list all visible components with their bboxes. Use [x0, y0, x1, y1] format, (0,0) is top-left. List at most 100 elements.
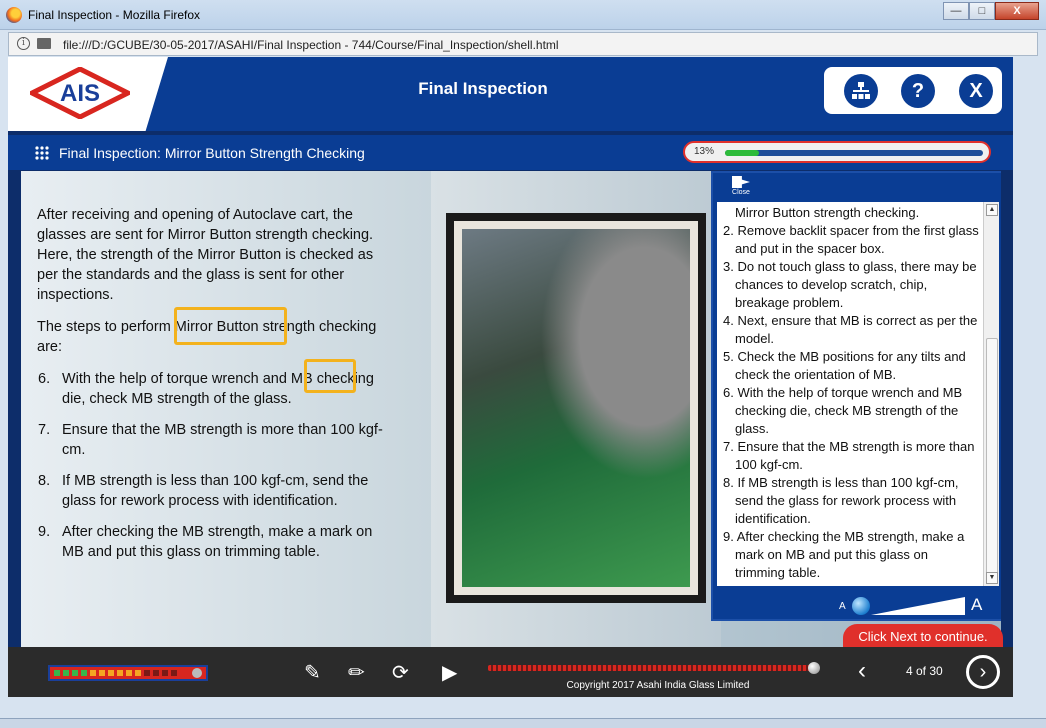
transcript-item: 5. Check the MB positions for any tilts …: [723, 349, 966, 382]
volume-segment: [90, 670, 96, 676]
window-titlebar: Final Inspection - Mozilla Firefox — □ X: [0, 0, 1046, 30]
topic-bar: Final Inspection: Mirror Button Strength…: [8, 131, 1013, 170]
step-number: 9.: [38, 524, 51, 540]
step-8: 8. If MB strength is less than 100 kgf-c…: [38, 471, 398, 511]
header-button-group: ? X: [824, 67, 1002, 114]
window-controls: — □ X: [943, 2, 1039, 20]
course-header: AIS Final Inspection ? X: [8, 57, 1013, 131]
close-panel-icon: [732, 176, 750, 188]
volume-segment: [54, 670, 60, 676]
volume-segment: [108, 670, 114, 676]
previous-button[interactable]: ‹: [858, 657, 866, 685]
transcript-item: 4. Next, ensure that MB is correct as pe…: [723, 313, 978, 346]
transcript-list[interactable]: Mirror Button strength checking. 2. Remo…: [717, 202, 983, 586]
highlight-mirror-button: [174, 307, 287, 345]
chevron-right-icon: ›: [979, 661, 987, 683]
help-button[interactable]: ?: [901, 74, 935, 108]
small-font-label: A: [839, 601, 846, 612]
transcript-item: 9. After checking the MB strength, make …: [723, 529, 965, 580]
notes-icon: ✎: [304, 662, 321, 684]
minimize-button[interactable]: —: [943, 2, 969, 20]
step-number: 7.: [38, 422, 51, 438]
step-number: 6.: [38, 371, 51, 387]
url-text[interactable]: file:///D:/GCUBE/30-05-2017/ASAHI/Final …: [63, 38, 559, 52]
slide-stage: After receiving and opening of Autoclave…: [21, 171, 1001, 647]
font-size-scale: [871, 597, 965, 615]
address-bar[interactable]: i file:///D:/GCUBE/30-05-2017/ASAHI/Fina…: [8, 32, 1038, 56]
transcript-item: 6. With the help of torque wrench and MB…: [723, 385, 963, 436]
step-text: Ensure that the MB strength is more than…: [62, 422, 383, 458]
transcript-scrollbar[interactable]: ▲ ▼: [983, 202, 999, 586]
menu-grid-icon[interactable]: [34, 145, 50, 161]
firefox-icon: [6, 7, 22, 23]
volume-segment: [153, 670, 159, 676]
ais-logo: AIS: [30, 67, 130, 119]
font-size-knob[interactable]: [852, 597, 870, 615]
volume-segment: [144, 670, 150, 676]
photo-frame: [446, 213, 706, 603]
progress-percent: 13%: [694, 146, 715, 157]
step-7: 7. Ensure that the MB strength is more t…: [38, 420, 398, 460]
svg-text:AIS: AIS: [60, 80, 100, 107]
next-button[interactable]: ›: [966, 655, 1000, 689]
play-icon: ▶: [442, 662, 458, 684]
close-window-button[interactable]: X: [995, 2, 1039, 20]
play-button[interactable]: ▶: [442, 660, 457, 685]
transcript-panel: Close Mirror Button strength checking. 2…: [711, 171, 1001, 621]
edit-button[interactable]: ✏: [348, 660, 365, 685]
font-size-slider[interactable]: A A: [839, 593, 983, 617]
step-text: After checking the MB strength, make a m…: [62, 524, 373, 560]
course-player: AIS Final Inspection ? X Final Inspectio…: [8, 57, 1013, 697]
page-icon: [37, 38, 51, 49]
volume-segment: [99, 670, 105, 676]
transcript-item: 2. Remove backlit spacer from the first …: [723, 223, 979, 256]
pencil-icon: ✏: [348, 662, 365, 684]
copyright-text: Copyright 2017 Asahi India Glass Limited: [566, 680, 750, 691]
volume-segment: [117, 670, 123, 676]
page-counter: 4 of 30: [906, 664, 943, 678]
sitemap-button[interactable]: [844, 74, 878, 108]
scroll-down-icon[interactable]: ▼: [986, 572, 998, 584]
volume-segment: [126, 670, 132, 676]
course-progress-bar: 13%: [683, 141, 991, 163]
seek-bar[interactable]: [488, 662, 820, 674]
inspection-photo: [462, 229, 690, 587]
progress-track: [725, 150, 983, 156]
volume-bar[interactable]: [48, 665, 208, 681]
step-text: If MB strength is less than 100 kgf-cm, …: [62, 473, 369, 509]
volume-segment: [81, 670, 87, 676]
transcript-item: 7. Ensure that the MB strength is more t…: [723, 439, 975, 472]
volume-knob[interactable]: [192, 668, 202, 678]
close-label: Close: [732, 189, 750, 196]
maximize-button[interactable]: □: [969, 2, 995, 20]
info-icon[interactable]: i: [17, 37, 30, 50]
progress-fill: [725, 150, 759, 156]
transcript-item: Mirror Button strength checking.: [735, 205, 920, 220]
volume-segment: [72, 670, 78, 676]
logo-area: AIS: [8, 57, 168, 131]
volume-segment: [171, 670, 177, 676]
intro-paragraph: After receiving and opening of Autoclave…: [37, 207, 374, 303]
volume-segment: [135, 670, 141, 676]
large-font-label: A: [971, 595, 983, 614]
volume-segment: [162, 670, 168, 676]
exit-button[interactable]: X: [959, 74, 993, 108]
player-controls: ✎ ✏ ⟳ ▶ Copyright 2017 Asahi India Glass…: [8, 647, 1013, 697]
replay-icon: ⟳: [392, 662, 409, 684]
slide-text-panel: After receiving and opening of Autoclave…: [21, 171, 416, 647]
transcript-item: 8. If MB strength is less than 100 kgf-c…: [723, 475, 959, 526]
sitemap-icon: [852, 82, 870, 99]
volume-segment: [63, 670, 69, 676]
notes-button[interactable]: ✎: [304, 660, 321, 685]
step-9: 9. After checking the MB strength, make …: [38, 522, 398, 562]
transcript-close-button[interactable]: Close: [729, 176, 753, 196]
replay-button[interactable]: ⟳: [392, 660, 409, 685]
highlight-mb: [304, 359, 356, 393]
topic-title: Final Inspection: Mirror Button Strength…: [59, 145, 365, 161]
scroll-thumb[interactable]: [986, 338, 998, 574]
seek-knob[interactable]: [808, 662, 820, 674]
chevron-left-icon: ‹: [858, 657, 866, 684]
window-title: Final Inspection - Mozilla Firefox: [28, 8, 201, 22]
scroll-up-icon[interactable]: ▲: [986, 204, 998, 216]
course-title: Final Inspection: [418, 79, 548, 98]
